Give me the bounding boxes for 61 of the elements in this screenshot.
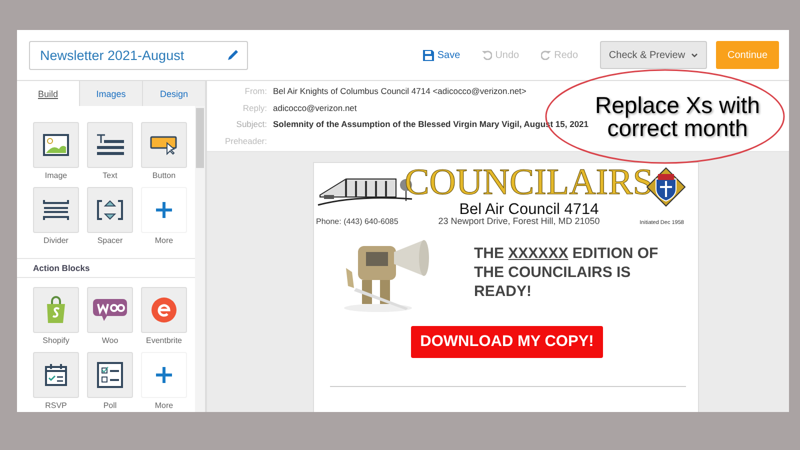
text-block-tile[interactable] [87, 122, 133, 168]
section-header: Action Blocks [17, 258, 195, 278]
more-block-tile[interactable] [141, 352, 187, 398]
woo-block-tile[interactable] [87, 287, 133, 333]
download-button[interactable]: DOWNLOAD MY COPY! [411, 326, 603, 358]
field-label: Subject: [235, 119, 267, 130]
circle-logo-icon [151, 297, 177, 323]
tile-label: More [154, 401, 174, 412]
field-label: Preheader: [224, 136, 267, 146]
tile-label: More [154, 236, 174, 247]
tile-label: Text [102, 171, 118, 182]
eventbrite-block-tile[interactable] [141, 287, 187, 333]
plus-icon [155, 201, 173, 219]
poll-block-tile[interactable] [87, 352, 133, 398]
council-name: Bel Air Council 4714 [459, 201, 599, 218]
phone-text: Phone: (443) 640-6085 [316, 217, 398, 226]
spacer-block-tile[interactable] [87, 187, 133, 233]
button-cursor-icon [150, 135, 178, 155]
chevron-down-icon [691, 52, 698, 58]
pencil-icon [227, 49, 239, 61]
spacer-icon [96, 198, 124, 222]
scrollbar[interactable] [195, 106, 205, 412]
tile-label: Image [44, 171, 68, 182]
field-value: Bel Air Knights of Columbus Council 4714 <adicocco@verizon.net> [273, 86, 526, 96]
rsvp-block-tile[interactable] [33, 352, 79, 398]
redo-icon [541, 50, 552, 60]
tile-label: Divider [44, 236, 68, 247]
divider-icon [42, 198, 70, 222]
tile-label: Button [152, 171, 176, 182]
dropdown-button[interactable]: Check & Preview [600, 41, 707, 69]
tile-label: Woo [102, 336, 118, 347]
save-icon [423, 50, 434, 60]
speech-bubble-icon [92, 298, 128, 322]
more-block-tile[interactable] [141, 187, 187, 233]
calendar-icon [44, 363, 68, 387]
callout-text: Replace Xs with correct month [594, 94, 761, 140]
address-text: 23 Newport Drive, Forest Hill, MD 21050 [438, 216, 600, 226]
tile-label: Spacer [97, 236, 123, 247]
checklist-icon [97, 362, 123, 388]
image-icon [43, 134, 69, 156]
headline-text: THE XXXXXX EDITION OF THE COUNCILAIRS IS READY! [474, 244, 660, 301]
undo-icon [482, 50, 492, 60]
tile-label: Eventbrite [146, 336, 182, 347]
text-lines-icon [95, 133, 125, 157]
panel-tab[interactable]: Images [79, 81, 142, 106]
title-field[interactable]: Newsletter 2021-August [29, 40, 248, 70]
field-value: adicocco@verizon.net [273, 102, 357, 113]
image-block-tile[interactable] [33, 122, 79, 168]
masthead-title: COUNCILAIRS [404, 165, 654, 201]
tile-label: Shopify [42, 336, 70, 347]
shopping-bag-icon [44, 296, 68, 324]
divider-block-tile[interactable] [33, 187, 79, 233]
plus-icon [155, 366, 173, 384]
button-block-tile[interactable] [141, 122, 187, 168]
tile-label: Poll [103, 401, 117, 412]
shopify-block-tile[interactable] [33, 287, 79, 333]
panel-tab[interactable]: Design [142, 81, 205, 106]
field-label: Reply: [242, 102, 267, 113]
field-label: From: [244, 86, 267, 96]
tile-label: RSVP [45, 401, 67, 412]
save-button[interactable]: Save [423, 50, 460, 60]
